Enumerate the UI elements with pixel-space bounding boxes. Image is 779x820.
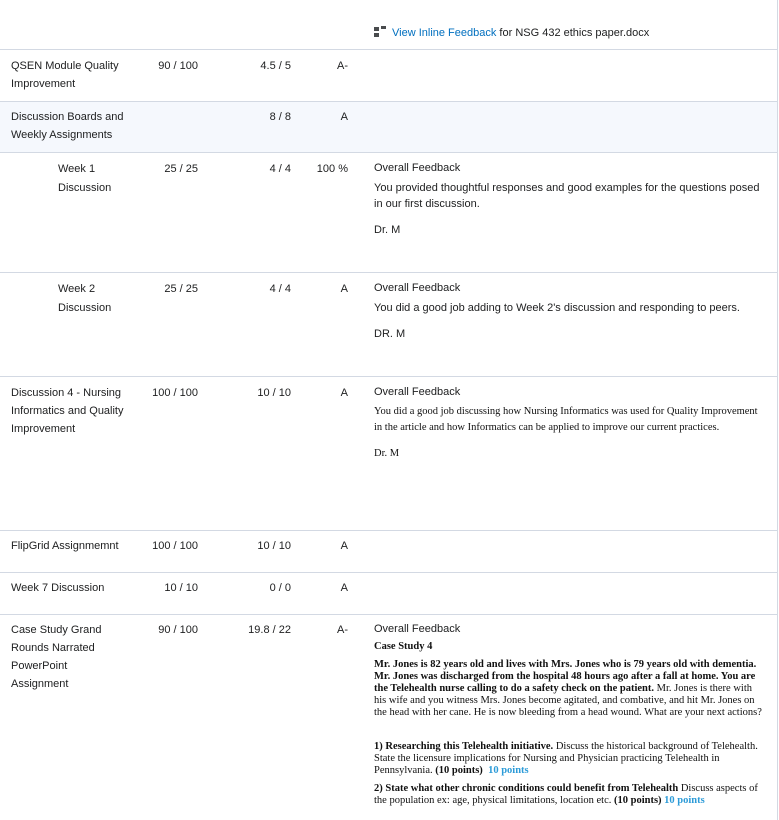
grade-item-name: QSEN Module Quality Improvement bbox=[11, 60, 119, 90]
feedback-text: You provided thoughtful responses and go… bbox=[374, 182, 760, 210]
grade-row-qsen: QSEN Module Quality Improvement 90 / 100… bbox=[0, 50, 777, 102]
weighted-value: 10 / 10 bbox=[257, 387, 291, 399]
category-name: Discussion Boards and Weekly Assignments bbox=[11, 111, 124, 141]
feedback-text: You did a good job adding to Week 2's di… bbox=[374, 302, 740, 314]
question-2-heading: 2) State what other chronic conditions c… bbox=[374, 783, 679, 794]
grade-value: A- bbox=[337, 60, 348, 72]
points-value: 100 / 100 bbox=[152, 540, 198, 552]
case-study-scenario: Mr. Jones is 82 years old and lives with… bbox=[374, 659, 764, 719]
grade-value: A bbox=[340, 111, 348, 123]
grade-item-name: Case Study Grand Rounds Narrated PowerPo… bbox=[11, 624, 102, 690]
weighted-value: 8 / 8 bbox=[269, 111, 291, 123]
grade-row-flipgrid: FlipGrid Assignmemnt 100 / 100 10 / 10 A bbox=[0, 531, 777, 573]
feedback-title: Overall Feedback bbox=[374, 623, 461, 635]
grade-item-name: Week 7 Discussion bbox=[11, 582, 105, 594]
weighted-value: 4.5 / 5 bbox=[260, 60, 291, 72]
points-value: 25 / 25 bbox=[164, 163, 198, 175]
feedback-signature: Dr. M bbox=[374, 448, 400, 459]
grade-row-case-study: Case Study Grand Rounds Narrated PowerPo… bbox=[0, 615, 777, 820]
inline-feedback-filename: for NSG 432 ethics paper.docx bbox=[496, 27, 650, 39]
feedback-title: Overall Feedback bbox=[374, 282, 461, 294]
feedback-block: Overall Feedback Case Study 4 Mr. Jones … bbox=[374, 621, 764, 811]
case-study-question-2: 2) State what other chronic conditions c… bbox=[374, 783, 764, 807]
points-value: 10 / 10 bbox=[164, 582, 198, 594]
feedback-title: Overall Feedback bbox=[374, 386, 461, 398]
feedback-title: Overall Feedback bbox=[374, 162, 461, 174]
feedback-block: Overall Feedback You provided thoughtful… bbox=[374, 160, 764, 238]
question-1-heading: 1) Researching this Telehealth initiativ… bbox=[374, 741, 554, 752]
grade-value: A bbox=[340, 540, 348, 552]
grade-value: A bbox=[340, 387, 348, 399]
question-1-score: 10 points bbox=[488, 765, 529, 776]
grade-item-name: FlipGrid Assignmemnt bbox=[11, 540, 119, 552]
grade-row-week-2: Week 2 Discussion 25 / 25 4 / 4 A Overal… bbox=[0, 273, 777, 377]
feedback-signature: DR. M bbox=[374, 328, 406, 340]
grade-row-week-7: Week 7 Discussion 10 / 10 0 / 0 A bbox=[0, 573, 777, 615]
points-value: 90 / 100 bbox=[158, 60, 198, 72]
grade-item-name: Week 2 Discussion bbox=[58, 283, 112, 314]
inline-feedback-line: View Inline Feedback for NSG 432 ethics … bbox=[374, 24, 764, 42]
weighted-value: 19.8 / 22 bbox=[248, 624, 291, 636]
grade-item-name: Discussion 4 - Nursing Informatics and Q… bbox=[11, 387, 124, 435]
case-study-question-1: 1) Researching this Telehealth initiativ… bbox=[374, 741, 764, 777]
grade-category-discussion-boards: Discussion Boards and Weekly Assignments… bbox=[0, 102, 777, 153]
points-value: 90 / 100 bbox=[158, 624, 198, 636]
inline-feedback-icon bbox=[374, 26, 386, 37]
grade-value: 100 % bbox=[316, 163, 348, 175]
grade-row-week-1: Week 1 Discussion 25 / 25 4 / 4 100 % Ov… bbox=[0, 153, 777, 273]
feedback-block: Overall Feedback You did a good job disc… bbox=[374, 384, 764, 462]
feedback-signature: Dr. M bbox=[374, 224, 401, 236]
view-inline-feedback-link[interactable]: View Inline Feedback bbox=[392, 27, 496, 39]
grade-row-discussion-4: Discussion 4 - Nursing Informatics and Q… bbox=[0, 377, 777, 531]
weighted-value: 0 / 0 bbox=[269, 582, 291, 594]
weighted-value: 10 / 10 bbox=[257, 540, 291, 552]
case-study-title: Case Study 4 bbox=[374, 641, 433, 652]
weighted-value: 4 / 4 bbox=[269, 163, 291, 175]
grade-item-name: Week 1 Discussion bbox=[58, 163, 112, 194]
question-1-points: (10 points) bbox=[435, 765, 483, 776]
question-2-points: (10 points) bbox=[613, 795, 662, 806]
points-value: 25 / 25 bbox=[164, 283, 198, 295]
feedback-block: Overall Feedback You did a good job addi… bbox=[374, 280, 764, 342]
grade-value: A- bbox=[337, 624, 348, 636]
weighted-value: 4 / 4 bbox=[269, 283, 291, 295]
feedback-text: You did a good job discussing how Nursin… bbox=[374, 406, 758, 433]
grades-table: View Inline Feedback for NSG 432 ethics … bbox=[0, 0, 778, 820]
question-2-score: 10 points bbox=[664, 795, 705, 806]
inline-feedback-row: View Inline Feedback for NSG 432 ethics … bbox=[0, 0, 777, 50]
grade-value: A bbox=[340, 582, 348, 594]
grade-value: A bbox=[340, 283, 348, 295]
points-value: 100 / 100 bbox=[152, 387, 198, 399]
